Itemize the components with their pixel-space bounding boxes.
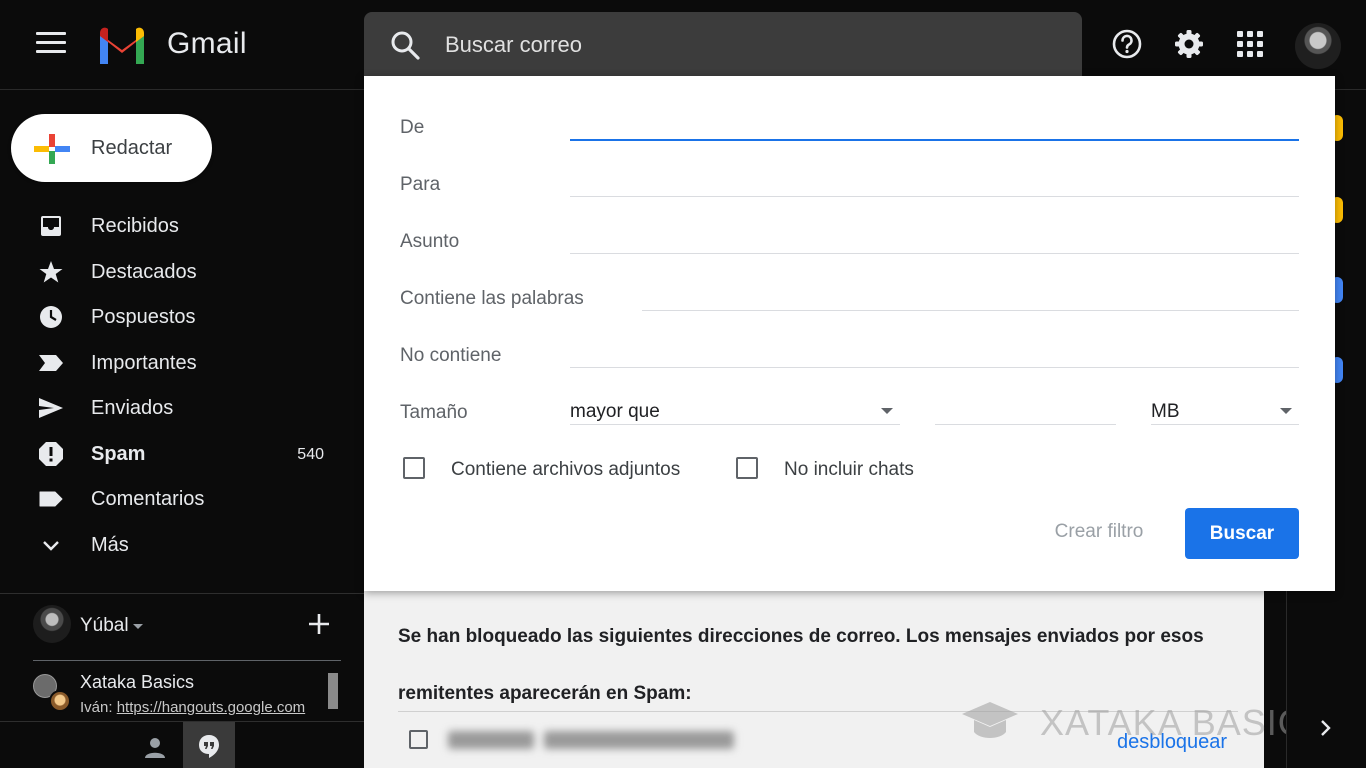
chevron-down-icon: [43, 541, 59, 551]
sidebar-item-enviados[interactable]: Enviados: [0, 387, 340, 429]
has-attachment-checkbox[interactable]: [403, 457, 425, 479]
search-icon[interactable]: [390, 30, 420, 60]
person-icon[interactable]: [144, 736, 166, 758]
to-field-underline: [570, 196, 1299, 197]
gmail-logo-icon[interactable]: [96, 26, 148, 64]
from-field-underline: [570, 139, 1299, 141]
exclude-chats-checkbox[interactable]: [736, 457, 758, 479]
compose-button[interactable]: Redactar: [11, 114, 212, 182]
has-attachment-label[interactable]: Contiene archivos adjuntos: [451, 459, 680, 481]
divider: [0, 593, 364, 594]
search-button[interactable]: Buscar: [1185, 508, 1299, 559]
spam-icon: [39, 442, 63, 466]
search-input[interactable]: [445, 32, 1045, 58]
chat-avatar: [49, 690, 71, 712]
spam-count-badge: 540: [297, 446, 324, 463]
to-label: Para: [400, 174, 441, 195]
watermark: XATAKA BASICS: [960, 700, 1329, 744]
from-field[interactable]: [570, 112, 1298, 138]
apps-grid-icon[interactable]: [1234, 28, 1266, 60]
sidebar-item-label: Spam: [91, 443, 146, 465]
from-label: De: [400, 117, 425, 138]
settings-gear-icon[interactable]: [1173, 28, 1205, 60]
scrollbar[interactable]: [328, 673, 338, 709]
caret-down-icon[interactable]: [133, 624, 143, 629]
sidebar-item-pospuestos[interactable]: Pospuestos: [0, 296, 340, 338]
size-unit-select[interactable]: MB: [1151, 394, 1299, 426]
to-field[interactable]: [570, 169, 1298, 195]
sidebar-item-label: Importantes: [91, 352, 197, 374]
sidebar: Redactar Recibidos Destacados Pospuestos…: [0, 91, 364, 768]
hangouts-icon: [199, 735, 219, 758]
compose-label: Redactar: [91, 137, 173, 159]
create-filter-button[interactable]: Crear filtro: [1034, 508, 1164, 556]
sidebar-item-destacados[interactable]: Destacados: [0, 251, 340, 293]
account-avatar[interactable]: [1295, 23, 1341, 69]
graduation-cap-icon: [962, 702, 1018, 738]
inbox-icon: [41, 216, 61, 236]
chevron-right-icon[interactable]: [1318, 716, 1334, 740]
app-name: Gmail: [167, 27, 247, 60]
hangouts-user-name[interactable]: Yúbal: [80, 615, 129, 637]
chat-link[interactable]: https://hangouts.google.com: [117, 699, 305, 716]
sidebar-item-label: Recibidos: [91, 215, 179, 237]
sidebar-item-label: Enviados: [91, 397, 174, 419]
add-chat-icon[interactable]: [306, 611, 332, 637]
has-words-field-underline: [642, 310, 1299, 311]
size-operator-select[interactable]: mayor que: [570, 394, 900, 426]
chat-conversation-name[interactable]: Xataka Basics: [80, 672, 194, 693]
star-icon: [39, 261, 63, 283]
hangouts-user-avatar[interactable]: [33, 605, 71, 643]
subject-field-underline: [570, 253, 1299, 254]
size-operator-underline: [570, 424, 900, 425]
dropdown-caret-icon: [1280, 408, 1292, 414]
size-value-underline: [935, 424, 1116, 425]
advanced-search-panel: De Para Asunto Contiene las palabras No …: [364, 76, 1335, 591]
sidebar-item-label: Comentarios: [91, 488, 205, 510]
sidebar-item-importantes[interactable]: Importantes: [0, 342, 340, 384]
blocked-row-checkbox[interactable]: [409, 730, 428, 749]
size-operator-value: mayor que: [570, 401, 660, 422]
chat-sender: Iván:: [80, 699, 113, 716]
size-label: Tamaño: [400, 402, 468, 423]
has-words-label: Contiene las palabras: [400, 288, 584, 309]
dropdown-caret-icon: [881, 408, 893, 414]
label-icon: [39, 491, 63, 507]
sidebar-item-label: Destacados: [91, 261, 197, 283]
subject-label: Asunto: [400, 231, 460, 252]
main-menu-button[interactable]: [36, 32, 66, 58]
size-unit-underline: [1151, 424, 1299, 425]
chat-last-message[interactable]: Iván: https://hangouts.google.com: [80, 699, 305, 716]
help-icon[interactable]: [1111, 28, 1143, 60]
blurred-address: [448, 731, 748, 753]
has-words-field[interactable]: [642, 283, 1298, 309]
not-has-label: No contiene: [400, 345, 502, 366]
not-has-field-underline: [570, 367, 1299, 368]
sidebar-item-label: Más: [91, 534, 129, 556]
sidebar-item-comentarios[interactable]: Comentarios: [0, 478, 340, 520]
size-value-field[interactable]: [935, 397, 1115, 423]
clock-icon: [40, 306, 62, 328]
size-unit-value: MB: [1151, 401, 1180, 422]
sidebar-item-recibidos[interactable]: Recibidos: [0, 205, 340, 247]
sidebar-item-label: Pospuestos: [91, 306, 196, 328]
hangouts-tab[interactable]: [183, 722, 235, 768]
plus-icon: [34, 134, 70, 164]
important-icon: [39, 355, 63, 371]
subject-field[interactable]: [570, 226, 1298, 252]
divider: [33, 660, 341, 661]
hangouts-bottom-bar: [0, 721, 364, 768]
send-icon: [39, 398, 63, 418]
sidebar-item-mas[interactable]: Más: [0, 524, 340, 566]
sidebar-item-spam[interactable]: Spam 540: [0, 433, 340, 475]
exclude-chats-label[interactable]: No incluir chats: [784, 459, 914, 481]
not-has-field[interactable]: [570, 340, 1298, 366]
